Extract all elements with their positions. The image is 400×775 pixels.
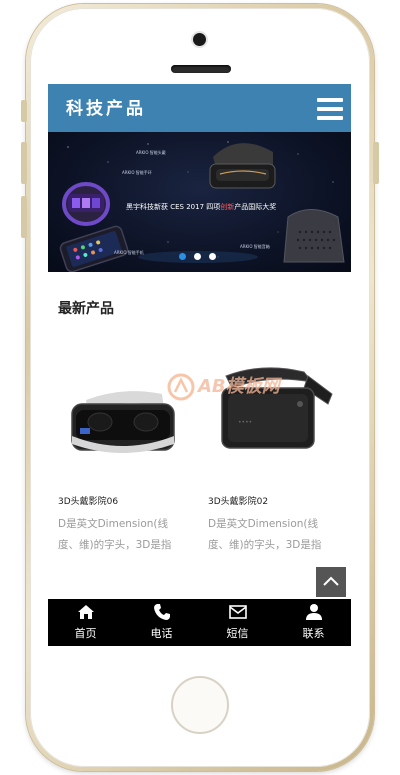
page-title: 科技产品 [66,99,146,119]
nav-item-contact[interactable]: 联系 [276,599,351,646]
nav-label: 电话 [150,627,173,640]
svg-text:••••: •••• [238,419,252,426]
product-name[interactable]: 3D头戴影院02 [208,494,268,507]
back-to-top-button[interactable] [316,567,346,597]
section-title: 最新产品 [58,301,114,317]
product-image-vr-headset: •••• [221,367,333,449]
carousel-dot-2[interactable] [194,253,201,260]
nav-label: 首页 [74,627,97,640]
banner-tiny-label: ARKIO 智能手机 [114,250,144,255]
banner-tiny-label: ARKIO 智能手环 [122,170,152,175]
app-header: 科技产品 [48,84,351,132]
earpiece-speaker [171,65,231,73]
chevron-up-icon [323,576,339,586]
carousel-dot-1[interactable] [179,253,186,260]
product-name[interactable]: 3D头戴影院06 [58,494,118,507]
product-card[interactable]: •••• 3D头戴影院02 D是英文Dimension(线度、维)的字头，3D是… [208,364,338,564]
smart-band-illustration [62,182,110,226]
vr-headset-illustration [209,143,276,189]
carousel-dots [179,253,219,263]
banner-tiny-label: ARKIO 智能音箱 [240,244,270,249]
nav-label: 短信 [226,627,249,640]
nav-item-home[interactable]: 首页 [48,599,123,646]
product-description: D是英文Dimension(线度、维)的字头，3D是指 [208,518,322,551]
power-button [373,142,379,184]
product-description: D是英文Dimension(线度、维)的字头，3D是指 [58,518,172,551]
phone-icon [154,604,170,620]
bottom-nav: 首页 电话 短信 联系 [48,599,351,646]
volume-down-button [21,196,27,238]
volume-up-button [21,142,27,184]
banner-tiny-label: ARKIO 智能头戴 [136,150,166,155]
carousel-dot-3[interactable] [209,253,216,260]
home-icon [78,605,94,619]
menu-icon[interactable] [317,98,343,120]
mute-switch [21,100,27,122]
banner-headline: 黑宇科技新获 CES 2017 四项创新产品国际大奖 [126,203,277,211]
user-icon [306,604,322,620]
home-button[interactable] [171,676,229,734]
phone-screen: 科技产品 ARKIO 智能头戴 ARKIO 智能手环 ARKIO 智能音箱 AR… [48,84,351,646]
nav-label: 联系 [302,627,325,640]
nav-item-phone[interactable]: 电话 [124,599,199,646]
front-camera [193,33,206,46]
product-image-vr-headset [71,391,175,453]
hero-banner[interactable]: ARKIO 智能头戴 ARKIO 智能手环 ARKIO 智能音箱 ARKIO 智… [48,132,351,272]
nav-item-sms[interactable]: 短信 [200,599,275,646]
smart-speaker-illustration [283,209,345,263]
smartphone-illustration [59,225,129,272]
mail-icon [229,605,247,619]
product-card[interactable]: 3D头戴影院06 D是英文Dimension(线度、维)的字头，3D是指 [58,364,188,564]
